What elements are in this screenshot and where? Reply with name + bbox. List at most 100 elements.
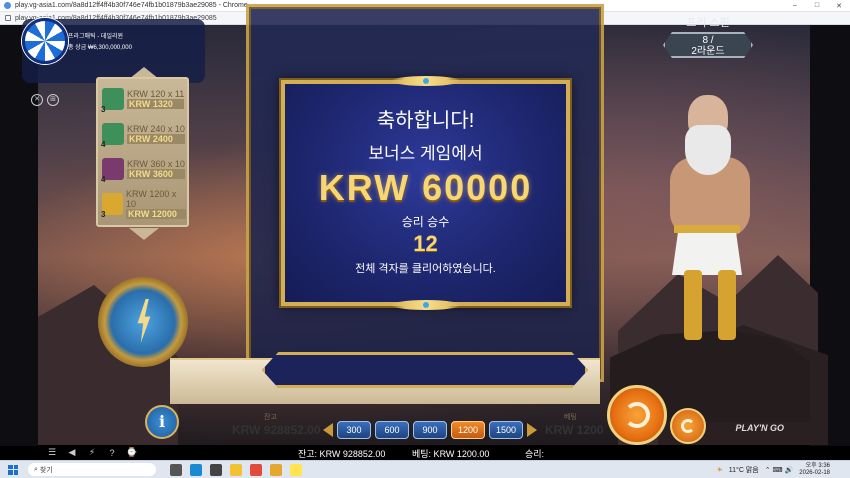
promo-title: 프라그매틱 - 데일리윈 bbox=[68, 34, 124, 40]
paytable-text: KRW 120 x 11 KRW 1320 bbox=[127, 89, 185, 109]
lightning-shield-icon bbox=[98, 277, 188, 367]
task-view-icon[interactable] bbox=[170, 463, 182, 476]
promo-icons: ✕ ⊞ bbox=[31, 94, 59, 106]
grid-icon[interactable]: ⊞ bbox=[47, 94, 59, 106]
symbol-gold-crown-icon: 3 bbox=[101, 193, 123, 219]
symbol-purple-helmet-icon: 4 bbox=[101, 158, 124, 184]
paytable-text: KRW 240 x 10 KRW 2400 bbox=[127, 124, 185, 144]
windows-start-icon[interactable] bbox=[8, 464, 18, 475]
symbol-green-helmet-icon: 3 bbox=[101, 88, 124, 114]
paytable-multiplier: KRW 1200 x 10 bbox=[126, 189, 177, 209]
file-explorer-icon[interactable] bbox=[230, 463, 242, 476]
help-icon[interactable]: ? bbox=[106, 448, 118, 458]
free-spins-counter: 프리 스핀 8 / 2라운드 bbox=[661, 14, 755, 58]
paytable-amount: KRW 12000 bbox=[126, 209, 186, 219]
bet-option-1200[interactable]: 1200 bbox=[451, 421, 485, 439]
info-button[interactable]: i bbox=[145, 405, 179, 439]
prize-wheel-icon[interactable] bbox=[22, 18, 68, 64]
paytable-amount: KRW 3600 bbox=[127, 169, 185, 179]
symbol-count: 4 bbox=[101, 140, 106, 149]
popup-gem-bottom-icon bbox=[421, 301, 430, 309]
menu-icon[interactable]: ☰ bbox=[46, 447, 58, 458]
free-spins-value: 8 / bbox=[702, 35, 714, 46]
promo-prize: 총 상금 ₩6,300,000,000 bbox=[68, 45, 132, 51]
bet-selector: 300 600 900 1200 1500 bbox=[323, 421, 537, 439]
bet-option-600[interactable]: 600 bbox=[375, 421, 409, 439]
weather-icon: ☀ bbox=[716, 466, 723, 474]
clock-date: 2026-02-18 bbox=[799, 469, 830, 476]
history-icon[interactable]: ⌚ bbox=[126, 447, 138, 458]
autoplay-icon bbox=[681, 419, 695, 433]
paytable-text: KRW 1200 x 10 KRW 12000 bbox=[126, 189, 186, 219]
close-button[interactable]: ✕ bbox=[828, 2, 850, 10]
lock-icon bbox=[5, 15, 11, 21]
paytable-amount: KRW 2400 bbox=[127, 134, 185, 144]
zeus-character bbox=[660, 95, 760, 355]
search-placeholder: 찾기 bbox=[39, 466, 53, 474]
paytable-multiplier: KRW 120 x 11 bbox=[127, 89, 185, 99]
weather-text[interactable]: 11°C 맑음 bbox=[729, 465, 759, 475]
spin-button[interactable] bbox=[607, 385, 667, 445]
folder-icon[interactable] bbox=[270, 463, 282, 476]
zeus-right-leg bbox=[718, 270, 736, 340]
status-win: 승리: bbox=[525, 449, 545, 459]
zeus-left-leg bbox=[684, 270, 702, 340]
paytable-text: KRW 360 x 10 KRW 3600 bbox=[127, 159, 185, 179]
taskbar-clock[interactable]: 오후 3:36 2026-02-18 bbox=[799, 463, 830, 477]
edge-icon[interactable] bbox=[190, 463, 202, 476]
maximize-button[interactable]: □ bbox=[806, 2, 828, 10]
status-bet: 베팅: KRW 1200.00 bbox=[412, 449, 490, 459]
store-icon[interactable] bbox=[210, 463, 222, 476]
bet-option-1500[interactable]: 1500 bbox=[489, 421, 523, 439]
kakao-icon[interactable] bbox=[290, 463, 302, 476]
taskbar-apps bbox=[170, 463, 302, 476]
bet-decrease-arrow-icon[interactable] bbox=[323, 423, 333, 437]
clock-time: 오후 3:36 bbox=[805, 462, 830, 469]
paytable-row: 4 KRW 360 x 10 KRW 3600 bbox=[101, 153, 186, 185]
promo-text: 프라그매틱 - 데일리윈 총 상금 ₩6,300,000,000 bbox=[68, 32, 132, 54]
win-multiplier-value: 12 bbox=[413, 231, 438, 256]
congrats-title: 축하합니다! bbox=[376, 110, 475, 132]
paytable-row: 3 KRW 120 x 11 KRW 1320 bbox=[101, 83, 186, 115]
grid-cleared-text: 전체 격자를 클리어하였습니다. bbox=[355, 263, 496, 275]
paytable-amount: KRW 1320 bbox=[127, 99, 185, 109]
close-icon[interactable]: ✕ bbox=[31, 94, 43, 106]
balance-label: 잔고 bbox=[264, 414, 277, 421]
win-multiplier-label: 승리 승수 bbox=[401, 215, 450, 229]
lightning-bolt-icon bbox=[137, 299, 151, 343]
window-controls: – □ ✕ bbox=[784, 2, 850, 10]
free-spins-rounds: 2라운드 bbox=[691, 46, 725, 57]
bet-value: KRW 1200 bbox=[545, 423, 604, 437]
site-favicon-icon bbox=[4, 2, 11, 9]
status-balance: 잔고: KRW 928852.00 bbox=[298, 449, 386, 459]
taskbar-search-input[interactable]: ⌕ 찾기 bbox=[28, 463, 156, 476]
popup-gem-top-icon bbox=[421, 77, 430, 85]
zeus-beard bbox=[685, 125, 731, 175]
minimize-button[interactable]: – bbox=[784, 2, 806, 10]
symbol-green-gem-icon: 4 bbox=[101, 123, 124, 149]
tray-icons[interactable]: ⌃ ⌨ 🔊 bbox=[765, 466, 794, 474]
windows-taskbar: ⌕ 찾기 ☀ 11°C 맑음 ⌃ ⌨ 🔊 오후 3:36 2026-02-18 bbox=[0, 460, 850, 478]
free-spins-box: 8 / 2라운드 bbox=[663, 32, 753, 58]
balance-value: KRW 928852.00 bbox=[232, 423, 321, 437]
win-amount: KRW 60000 bbox=[318, 167, 533, 208]
paytable-panel: 3 KRW 120 x 11 KRW 1320 4 KRW 240 x 10 K… bbox=[96, 77, 189, 227]
paytable-row: 4 KRW 240 x 10 KRW 2400 bbox=[101, 118, 186, 150]
sound-icon[interactable]: ◀ bbox=[66, 447, 78, 458]
symbol-count: 4 bbox=[101, 175, 106, 184]
bet-option-300[interactable]: 300 bbox=[337, 421, 371, 439]
bet-increase-arrow-icon[interactable] bbox=[527, 423, 537, 437]
paytable-row: 3 KRW 1200 x 10 KRW 12000 bbox=[101, 188, 186, 220]
window-title: play.vg-asia1.com/8a8d12ff4ff4b30f746e74… bbox=[15, 2, 248, 9]
message-banner bbox=[262, 352, 588, 388]
bonus-game-text: 보너스 게임에서 bbox=[368, 144, 483, 163]
autoplay-button[interactable] bbox=[670, 408, 706, 444]
turbo-icon[interactable]: ⚡ bbox=[86, 447, 98, 458]
win-popup[interactable]: 축하합니다! 보너스 게임에서 KRW 60000 승리 승수 12 전체 격자… bbox=[281, 76, 570, 310]
bet-option-900[interactable]: 900 bbox=[413, 421, 447, 439]
symbol-count: 3 bbox=[101, 105, 106, 114]
game-status-bar: ☰ ◀ ⚡ ? ⌚ 잔고: KRW 928852.00 베팅: KRW 1200… bbox=[38, 445, 810, 460]
chrome-icon[interactable] bbox=[250, 463, 262, 476]
bet-label: 베팅 bbox=[564, 414, 577, 421]
spin-arrows-icon bbox=[624, 402, 650, 428]
